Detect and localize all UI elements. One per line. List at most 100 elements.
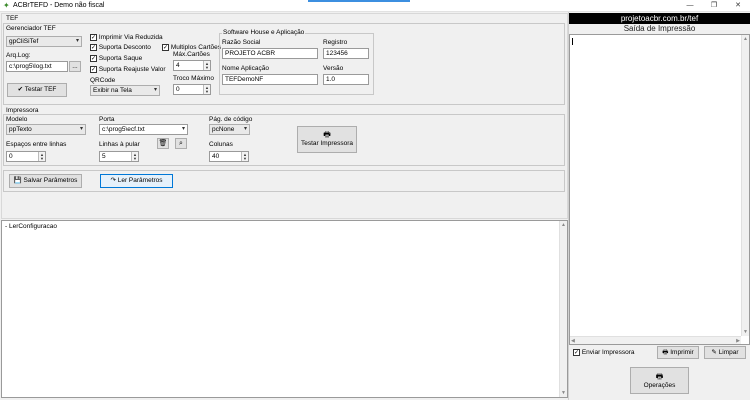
tef-frame-title: TEF: [6, 15, 19, 22]
ler-parametros-button[interactable]: ↷ Ler Parâmetros: [100, 174, 173, 188]
limpar-button[interactable]: ✎ Limpar: [704, 346, 746, 359]
testar-tef-label: Testar TEF: [24, 86, 57, 93]
colunas-stepper[interactable]: 40 ▲ ▼: [209, 151, 249, 162]
window-title: ACBrTEFD - Demo não fiscal: [13, 2, 105, 9]
gerenciador-value: gpCliSiTef: [9, 38, 39, 45]
printer-icon: 🖶: [655, 372, 664, 381]
check-icon: ✓: [90, 34, 97, 41]
saida-impressao-memo[interactable]: ▲ ▼ ◀ ▶: [569, 34, 750, 345]
spin-down-icon[interactable]: ▼: [203, 89, 210, 94]
spin-down-icon[interactable]: ▼: [131, 156, 138, 161]
ler-parametros-label: Ler Parâmetros: [117, 177, 163, 184]
troco-value: 0: [176, 86, 180, 93]
linhas-label: Linhas à pular: [99, 141, 140, 148]
salvar-parametros-button[interactable]: 💾 Salvar Parâmetros: [9, 174, 82, 188]
operacoes-label: Operações: [643, 382, 676, 389]
razao-input[interactable]: PROJETO ACBR: [222, 48, 318, 59]
max-cartoes-value: 4: [176, 62, 180, 69]
porta-label: Porta: [99, 116, 115, 123]
delete-button[interactable]: 🗑: [157, 138, 169, 149]
check-icon: ✓: [90, 66, 97, 73]
check-icon: ✓: [90, 44, 97, 51]
printer-icon: 🖶: [323, 130, 331, 139]
gerenciador-select[interactable]: gpCliSiTef ▾: [6, 36, 82, 47]
qrcode-label: QRCode: [90, 77, 116, 84]
check-icon: ✓: [162, 44, 169, 51]
suporta-reajuste-checkbox[interactable]: ✓ Suporta Reajuste Valor: [90, 66, 166, 74]
espacos-value: 0: [9, 153, 13, 160]
nome-app-input[interactable]: TEFDemoNF: [222, 74, 318, 85]
pag-codigo-select[interactable]: pcNone ▾: [209, 124, 250, 135]
operacoes-button[interactable]: 🖶 Operações: [630, 367, 689, 394]
scroll-up-icon[interactable]: ▲: [743, 36, 748, 42]
save-icon: 💾: [13, 177, 22, 184]
troco-label: Troco Máximo: [173, 75, 214, 82]
scroll-left-icon[interactable]: ◀: [571, 338, 575, 344]
site-header: projetoacbr.com.br/tef: [569, 13, 750, 24]
enviar-impressora-checkbox[interactable]: ✓ Enviar Impressora: [573, 349, 635, 357]
pag-codigo-label: Pág. de código: [209, 116, 253, 123]
restore-button[interactable]: ❐: [702, 0, 726, 12]
testar-impressora-button[interactable]: 🖶 Testar Impressora: [297, 126, 357, 153]
eraser-icon: ✎: [711, 349, 717, 356]
troco-stepper[interactable]: 0 ▲ ▼: [173, 84, 211, 95]
log-line: - LerConfiguracao: [5, 223, 58, 230]
arqlog-label: Arq.Log:: [6, 52, 31, 59]
chevron-down-icon: ▾: [75, 38, 79, 44]
modelo-select[interactable]: ppTexto ▾: [6, 124, 86, 135]
software-house-title: Software House e Aplicação: [222, 29, 306, 37]
saida-vscrollbar[interactable]: ▲ ▼: [741, 35, 749, 336]
max-cartoes-stepper[interactable]: 4 ▲ ▼: [173, 60, 211, 71]
log-scrollbar[interactable]: ▲ ▼: [559, 221, 567, 397]
scroll-down-icon[interactable]: ▼: [743, 329, 748, 335]
razao-label: Razão Social: [222, 39, 261, 46]
registro-label: Registro: [323, 39, 348, 46]
scroll-right-icon[interactable]: ▶: [736, 338, 740, 344]
printer-icon: 🖶: [662, 349, 669, 356]
impressora-frame: [3, 114, 565, 166]
linhas-stepper[interactable]: 5 ▲ ▼: [99, 151, 139, 162]
close-button[interactable]: ✕: [726, 0, 750, 12]
suporta-saque-label: Suporta Saque: [98, 55, 143, 63]
suporta-saque-checkbox[interactable]: ✓ Suporta Saque: [90, 55, 142, 63]
spin-down-icon[interactable]: ▼: [241, 156, 248, 161]
espacos-stepper[interactable]: 0 ▲ ▼: [6, 151, 46, 162]
log-memo[interactable]: - LerConfiguracao ▲ ▼: [1, 220, 568, 398]
qrcode-select[interactable]: Exibir na Tela ▾: [90, 85, 160, 96]
qrcode-value: Exibir na Tela: [93, 87, 132, 94]
chevron-down-icon: ▾: [243, 126, 247, 132]
trash-icon: 🗑: [158, 140, 168, 147]
testar-tef-button[interactable]: ✔ Testar TEF: [7, 83, 67, 97]
spin-down-icon[interactable]: ▼: [38, 156, 45, 161]
nome-app-label: Nome Aplicação: [222, 65, 269, 72]
max-cartoes-label: Máx.Cartões: [173, 51, 210, 58]
espacos-label: Espaços entre linhas: [6, 141, 67, 148]
imprimir-button[interactable]: 🖶 Imprimir: [657, 346, 699, 359]
redo-icon: ↷: [110, 177, 116, 184]
pag-codigo-value: pcNone: [212, 126, 235, 133]
suporta-desconto-label: Suporta Desconto: [98, 44, 151, 52]
minimize-button[interactable]: —: [678, 0, 702, 12]
browse-button[interactable]: ...: [69, 61, 81, 72]
check-icon: ✓: [573, 349, 580, 356]
spin-down-icon[interactable]: ▼: [203, 65, 210, 70]
modelo-label: Modelo: [6, 116, 28, 123]
versao-input[interactable]: 1.0: [323, 74, 369, 85]
search-button[interactable]: ⌕: [175, 138, 187, 149]
imprimir-via-reduzida-checkbox[interactable]: ✓ Imprimir Via Reduzida: [90, 34, 163, 42]
testar-impressora-label: Testar Impressora: [300, 140, 354, 147]
text-caret: [572, 38, 573, 45]
registro-input[interactable]: 123456: [323, 48, 369, 59]
scroll-up-icon[interactable]: ▲: [561, 222, 566, 228]
gerenciador-label: Gerenciador TEF: [6, 25, 56, 32]
porta-value: c:\prog5\ecf.txt: [102, 126, 145, 133]
saida-hscrollbar[interactable]: ◀ ▶: [570, 336, 741, 344]
arqlog-input[interactable]: c:\prog5\log.txt: [6, 61, 68, 72]
porta-input[interactable]: c:\prog5\ecf.txt ▾: [99, 124, 188, 135]
chevron-down-icon: ▾: [79, 126, 83, 132]
title-accent-bar: [308, 0, 410, 2]
params-bar: [3, 170, 565, 192]
scroll-down-icon[interactable]: ▼: [561, 390, 566, 396]
suporta-desconto-checkbox[interactable]: ✓ Suporta Desconto: [90, 44, 151, 52]
chevron-down-icon[interactable]: ▾: [182, 125, 185, 134]
